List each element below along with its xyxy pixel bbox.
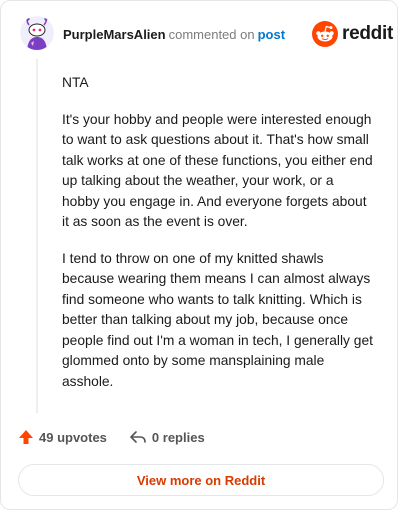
comment-body: NTA It's your hobby and people were inte…: [62, 73, 374, 408]
reddit-logo[interactable]: reddit: [312, 21, 393, 47]
upvote-button[interactable]: 49 upvotes: [18, 429, 107, 445]
reply-button[interactable]: 0 replies: [129, 429, 205, 445]
upvote-arrow-icon: [19, 430, 33, 444]
reddit-logo-icon: [312, 21, 338, 47]
user-avatar[interactable]: [20, 16, 54, 50]
comment-header: PurpleMarsAlien commented on post: [63, 27, 285, 43]
snoo-avatar-icon: [20, 16, 54, 50]
comment-paragraph: NTA: [62, 75, 89, 90]
commented-on-label: commented on: [168, 27, 255, 42]
comment-footer: 49 upvotes 0 replies: [18, 429, 205, 445]
reply-arrow-icon: [130, 431, 146, 443]
reply-count: 0 replies: [151, 429, 205, 445]
reddit-wordmark: reddit: [342, 23, 393, 44]
thread-line[interactable]: [36, 59, 38, 413]
post-link[interactable]: post: [258, 27, 285, 42]
comment-paragraph: It's your hobby and people were interest…: [62, 111, 373, 230]
comment-paragraph: I tend to throw on one of my knitted sha…: [62, 250, 373, 389]
username-link[interactable]: PurpleMarsAlien: [63, 27, 166, 42]
view-more-button[interactable]: View more on Reddit: [18, 464, 384, 496]
upvote-count: 49 upvotes: [39, 429, 107, 445]
comment-embed-card: PurpleMarsAlien commented on post reddit N…: [0, 0, 398, 510]
